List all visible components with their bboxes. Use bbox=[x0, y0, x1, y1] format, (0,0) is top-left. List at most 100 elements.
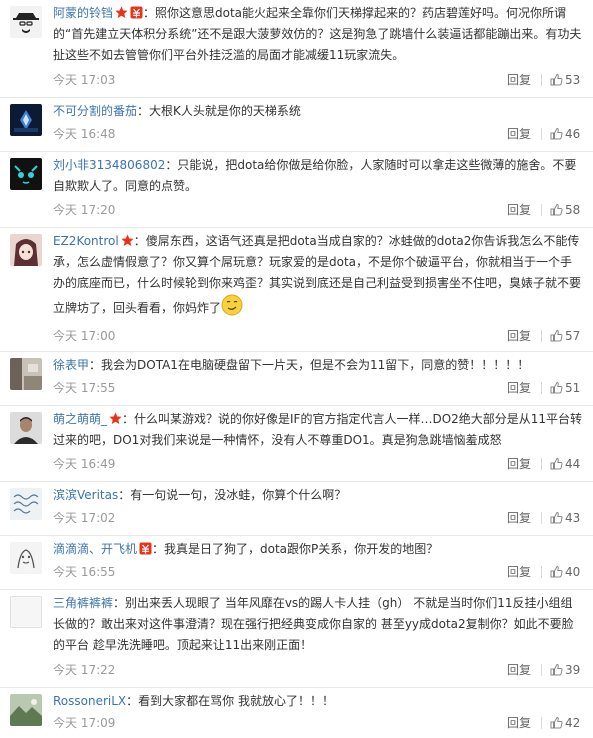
reply-button[interactable]: 回复 bbox=[507, 563, 531, 581]
comment-item: 萌之萌萌_ ：什么叫某游戏？说的你好像是IF的官方指定代言人一样…DO2绝大部分是… bbox=[0, 406, 593, 482]
reply-button[interactable]: 回复 bbox=[507, 201, 531, 219]
vip-badge-icon bbox=[139, 542, 152, 555]
blank-avatar-icon bbox=[10, 596, 42, 628]
username-link[interactable]: 徐表甲 bbox=[53, 358, 89, 372]
like-button[interactable]: 43 bbox=[550, 509, 580, 527]
divider bbox=[541, 512, 542, 524]
avatar[interactable] bbox=[10, 596, 42, 628]
username-link[interactable]: 不可分割的番茄 bbox=[53, 104, 137, 118]
thumbs-up-icon bbox=[550, 565, 563, 578]
handwriting-avatar-icon bbox=[10, 488, 42, 520]
comment-text: 三角裤裤裤：别出来丢人现眼了 当年风靡在vs的踢人卡人挂（gh） 不就是当时你们… bbox=[53, 593, 583, 656]
vip-badge-icon bbox=[130, 6, 143, 19]
like-button[interactable]: 46 bbox=[550, 125, 580, 143]
like-count: 44 bbox=[565, 457, 581, 471]
timestamp: 今天 17:00 bbox=[53, 329, 116, 343]
avatar[interactable] bbox=[10, 6, 42, 38]
timestamp: 今天 16:49 bbox=[53, 457, 116, 471]
comment-text: EZ2Kontrol ：傻屌东西，这语气还真是把dota当成自家的？冰蛙做的dot… bbox=[53, 231, 583, 319]
reply-button[interactable]: 回复 bbox=[507, 327, 531, 345]
comment-body: ：有一句说一句，没冰蛙，你算个什么啊？ bbox=[118, 488, 347, 502]
like-button[interactable]: 40 bbox=[550, 563, 580, 581]
comment-body: ：别出来丢人现眼了 当年风靡在vs的踢人卡人挂（gh） 不就是当时你们11反挂小… bbox=[53, 596, 574, 652]
star-badge-icon bbox=[121, 234, 134, 247]
divider bbox=[541, 74, 542, 86]
divider bbox=[541, 664, 542, 676]
username-link[interactable]: RossoneriLX bbox=[53, 694, 126, 708]
timestamp: 今天 16:55 bbox=[53, 565, 116, 579]
comment-footer: 今天 17:02 回复 43 bbox=[53, 509, 583, 527]
divider bbox=[541, 128, 542, 140]
username-link[interactable]: 阿蒙的铃铛 bbox=[53, 6, 113, 20]
thumbs-up-icon bbox=[550, 457, 563, 470]
divider bbox=[541, 566, 542, 578]
like-count: 42 bbox=[565, 716, 581, 730]
reply-button[interactable]: 回复 bbox=[507, 714, 531, 732]
username-link[interactable]: 滴滴滴、开飞机 bbox=[53, 542, 137, 556]
comment-text: 滨滨Veritas：有一句说一句，没冰蛙，你算个什么啊？ bbox=[53, 485, 583, 506]
comment-footer: 今天 17:09 回复 42 bbox=[53, 714, 583, 732]
divider bbox=[541, 458, 542, 470]
avatar[interactable] bbox=[10, 104, 42, 136]
like-count: 58 bbox=[565, 203, 581, 217]
comment-footer: 今天 17:22 回复 39 bbox=[53, 661, 583, 679]
comment-item: 刘小非3134806802：只能说，把dota给你做是给你脸，人家随时可以拿走这… bbox=[0, 152, 593, 228]
timestamp: 今天 17:03 bbox=[53, 73, 116, 87]
comment-list: 阿蒙的铃铛 ：照你这意思dota能火起来全靠你们天梯撑起来的？药店碧莲好吗。何况你… bbox=[0, 0, 593, 738]
comment-item: 滴滴滴、开飞机 ：我真是日了狗了，dota跟你P关系，你开发的地图？ 今天 16:… bbox=[0, 536, 593, 590]
timestamp: 今天 17:55 bbox=[53, 381, 116, 395]
avatar[interactable] bbox=[10, 358, 42, 390]
comment-item: 滨滨Veritas：有一句说一句，没冰蛙，你算个什么啊？ 今天 17:02 回复… bbox=[0, 482, 593, 536]
avatar[interactable] bbox=[10, 412, 42, 444]
reply-button[interactable]: 回复 bbox=[507, 455, 531, 473]
avatar[interactable] bbox=[10, 488, 42, 520]
comment-item: 徐表甲：我会为DOTA1在电脑硬盘留下一片天，但是不会为11留下，同意的赞！！！… bbox=[0, 352, 593, 406]
avatar[interactable] bbox=[10, 234, 42, 266]
comment-text: RossoneriLX：看到大家都在骂你 我就放心了！！！ bbox=[53, 691, 583, 712]
comment-footer: 今天 17:03 回复 53 bbox=[53, 71, 583, 89]
username-link[interactable]: 滨滨Veritas bbox=[53, 488, 118, 502]
divider bbox=[541, 382, 542, 394]
comment-item: RossoneriLX：看到大家都在骂你 我就放心了！！！ 今天 17:09 回… bbox=[0, 688, 593, 738]
avatar[interactable] bbox=[10, 694, 42, 726]
divider bbox=[541, 330, 542, 342]
like-button[interactable]: 58 bbox=[550, 201, 580, 219]
like-button[interactable]: 44 bbox=[550, 455, 580, 473]
comment-body: ：看到大家都在骂你 我就放心了！！！ bbox=[126, 694, 334, 708]
landscape-avatar-icon bbox=[10, 694, 42, 726]
room-photo-avatar-icon bbox=[10, 358, 42, 390]
username-link[interactable]: 刘小非3134806802 bbox=[53, 158, 165, 172]
star-badge-icon bbox=[109, 412, 122, 425]
comment-text: 滴滴滴、开飞机 ：我真是日了狗了，dota跟你P关系，你开发的地图？ bbox=[53, 539, 583, 560]
comment-item: 三角裤裤裤：别出来丢人现眼了 当年风靡在vs的踢人卡人挂（gh） 不就是当时你们… bbox=[0, 590, 593, 688]
comment-footer: 今天 16:48 回复 46 bbox=[53, 125, 583, 143]
reply-button[interactable]: 回复 bbox=[507, 125, 531, 143]
comment-item: 不可分割的番茄：大根K人头就是你的天梯系统 今天 16:48 回复 46 bbox=[0, 98, 593, 152]
like-button[interactable]: 51 bbox=[550, 379, 580, 397]
like-button[interactable]: 57 bbox=[550, 327, 580, 345]
thumbs-up-icon bbox=[550, 381, 563, 394]
thumbs-up-icon bbox=[550, 663, 563, 676]
username-link[interactable]: EZ2Kontrol bbox=[53, 234, 119, 248]
reply-button[interactable]: 回复 bbox=[507, 71, 531, 89]
username-link[interactable]: 三角裤裤裤 bbox=[53, 596, 113, 610]
comment-text: 徐表甲：我会为DOTA1在电脑硬盘留下一片天，但是不会为11留下，同意的赞！！！… bbox=[53, 355, 583, 376]
reply-button[interactable]: 回复 bbox=[507, 661, 531, 679]
star-badge-icon bbox=[115, 6, 128, 19]
reply-button[interactable]: 回复 bbox=[507, 509, 531, 527]
like-button[interactable]: 42 bbox=[550, 714, 580, 732]
like-button[interactable]: 53 bbox=[550, 71, 580, 89]
comment-body: ：大根K人头就是你的天梯系统 bbox=[137, 104, 301, 118]
comment-text: 阿蒙的铃铛 ：照你这意思dota能火起来全靠你们天梯撑起来的？药店碧莲好吗。何况你… bbox=[53, 3, 583, 66]
avatar[interactable] bbox=[10, 158, 42, 190]
username-link[interactable]: 萌之萌萌_ bbox=[53, 412, 107, 426]
cat-face-avatar-icon bbox=[10, 158, 42, 190]
comment-footer: 今天 17:55 回复 51 bbox=[53, 379, 583, 397]
reply-button[interactable]: 回复 bbox=[507, 379, 531, 397]
like-button[interactable]: 39 bbox=[550, 661, 580, 679]
thumbs-up-icon bbox=[550, 203, 563, 216]
comment-text: 不可分割的番茄：大根K人头就是你的天梯系统 bbox=[53, 101, 583, 122]
timestamp: 今天 17:20 bbox=[53, 203, 116, 217]
avatar[interactable] bbox=[10, 542, 42, 574]
comment-footer: 今天 16:49 回复 44 bbox=[53, 455, 583, 473]
